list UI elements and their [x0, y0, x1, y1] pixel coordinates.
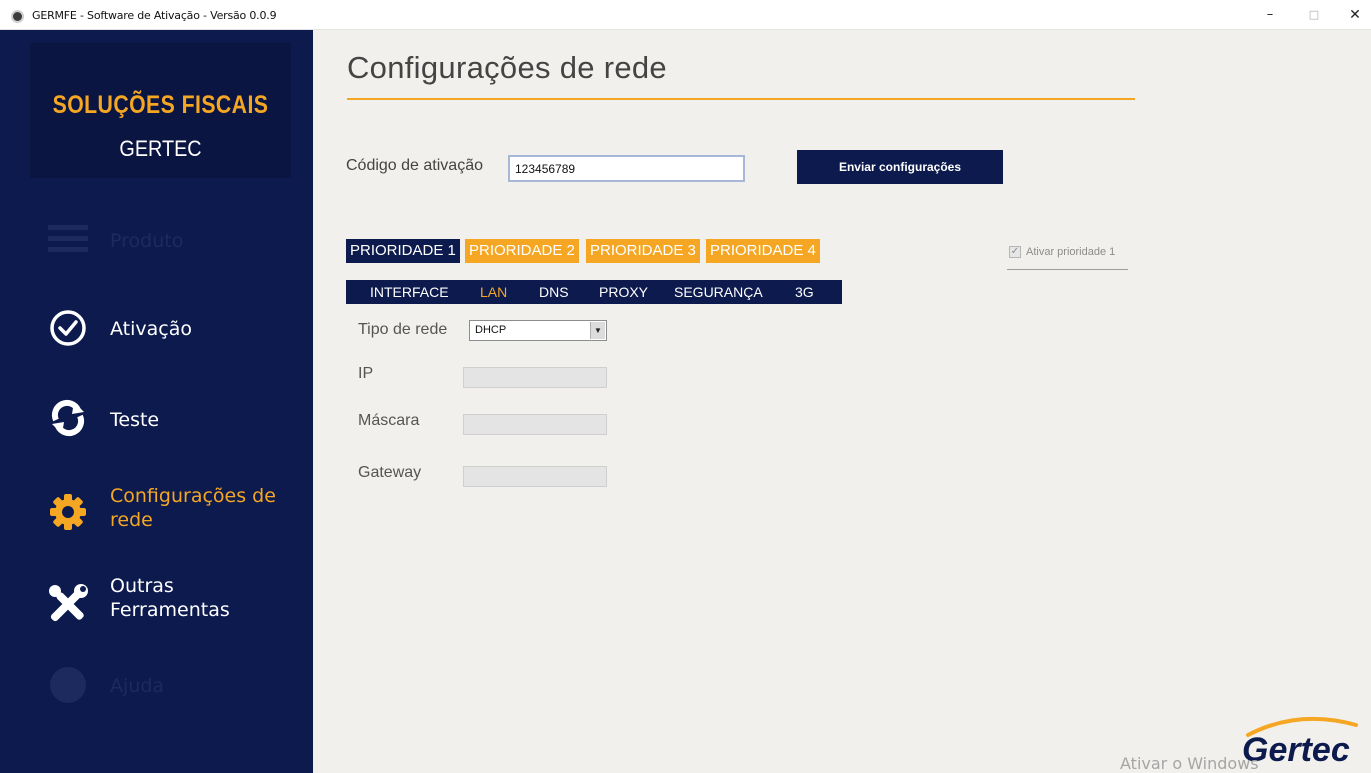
tab-proxy[interactable]: PROXY — [599, 280, 648, 304]
tab-prioridade-3[interactable]: PRIORIDADE 3 — [586, 239, 700, 263]
sidebar-item-label: Outras Ferramentas — [110, 575, 230, 621]
tab-lan[interactable]: LAN — [480, 280, 507, 304]
gateway-label: Gateway — [358, 464, 422, 481]
maximize-button[interactable]: □ — [1299, 4, 1329, 26]
mask-label: Máscara — [358, 412, 420, 429]
sidebar-item-teste[interactable]: Teste — [0, 384, 313, 454]
sidebar: SOLUÇÕES FISCAIS GERTEC Produto Ativação… — [0, 30, 313, 773]
sidebar-item-label: Ativação — [110, 318, 192, 340]
sidebar-item-configuracoes-de-rede[interactable]: Configurações de rede — [0, 480, 313, 550]
gateway-field[interactable] — [463, 466, 607, 487]
page-title: Configurações de rede — [347, 50, 667, 85]
brand-box: SOLUÇÕES FISCAIS GERTEC — [30, 43, 291, 178]
tab-prioridade-1[interactable]: PRIORIDADE 1 — [346, 239, 460, 263]
tab-prioridade-2[interactable]: PRIORIDADE 2 — [465, 239, 579, 263]
sidebar-item-label: Ajuda — [110, 675, 165, 697]
tab-seguranca[interactable]: SEGURANÇA — [674, 280, 763, 304]
close-button[interactable]: ✕ — [1340, 4, 1370, 26]
network-type-select[interactable]: DHCP ▼ — [469, 320, 607, 341]
ip-field[interactable] — [463, 367, 607, 388]
activate-priority-checkbox[interactable]: ✓ — [1009, 246, 1021, 258]
activate-priority-label: Ativar prioridade 1 — [1026, 246, 1116, 258]
network-subtabs: INTERFACE LAN DNS PROXY SEGURANÇA 3G — [346, 280, 842, 304]
priority-divider — [1007, 269, 1128, 270]
windows-activation-watermark: Ativar o Windows — [1120, 754, 1259, 773]
brand-title: SOLUÇÕES FISCAIS — [52, 91, 269, 119]
minimize-button[interactable]: – — [1255, 4, 1285, 26]
tab-3g[interactable]: 3G — [795, 280, 814, 304]
ip-label: IP — [358, 365, 374, 382]
mask-field[interactable] — [463, 414, 607, 435]
help-icon — [50, 667, 86, 703]
refresh-icon — [51, 399, 85, 437]
sidebar-item-label: Configurações de rede — [110, 485, 276, 531]
network-type-value: DHCP — [475, 324, 507, 336]
title-divider — [347, 98, 1135, 100]
chevron-down-icon: ▼ — [590, 322, 605, 339]
gear-icon — [50, 494, 86, 530]
network-type-label: Tipo de rede — [358, 321, 448, 338]
check-circle-icon — [50, 310, 86, 346]
brand-subtitle: GERTEC — [119, 136, 202, 161]
activation-code-label: Código de ativação — [346, 157, 483, 174]
window-title: GERMFE - Software de Ativação - Versão 0… — [32, 9, 277, 22]
sidebar-item-ativacao[interactable]: Ativação — [0, 293, 313, 363]
sidebar-item-produto: Produto — [0, 205, 313, 275]
window-titlebar: GERMFE - Software de Ativação - Versão 0… — [0, 0, 1371, 30]
sidebar-item-label: Produto — [110, 230, 184, 252]
sidebar-item-label: Teste — [110, 409, 160, 431]
menu-icon — [48, 225, 88, 252]
send-configurations-button[interactable]: Enviar configurações — [797, 150, 1003, 184]
tab-interface[interactable]: INTERFACE — [370, 280, 449, 304]
tab-dns[interactable]: DNS — [539, 280, 569, 304]
tab-prioridade-4[interactable]: PRIORIDADE 4 — [706, 239, 820, 263]
tools-icon — [49, 584, 88, 622]
app-icon — [11, 10, 24, 23]
sidebar-item-outras-ferramentas[interactable]: Outras Ferramentas — [0, 570, 313, 640]
activation-code-input[interactable] — [508, 155, 745, 182]
sidebar-item-ajuda: Ajuda — [0, 650, 313, 720]
